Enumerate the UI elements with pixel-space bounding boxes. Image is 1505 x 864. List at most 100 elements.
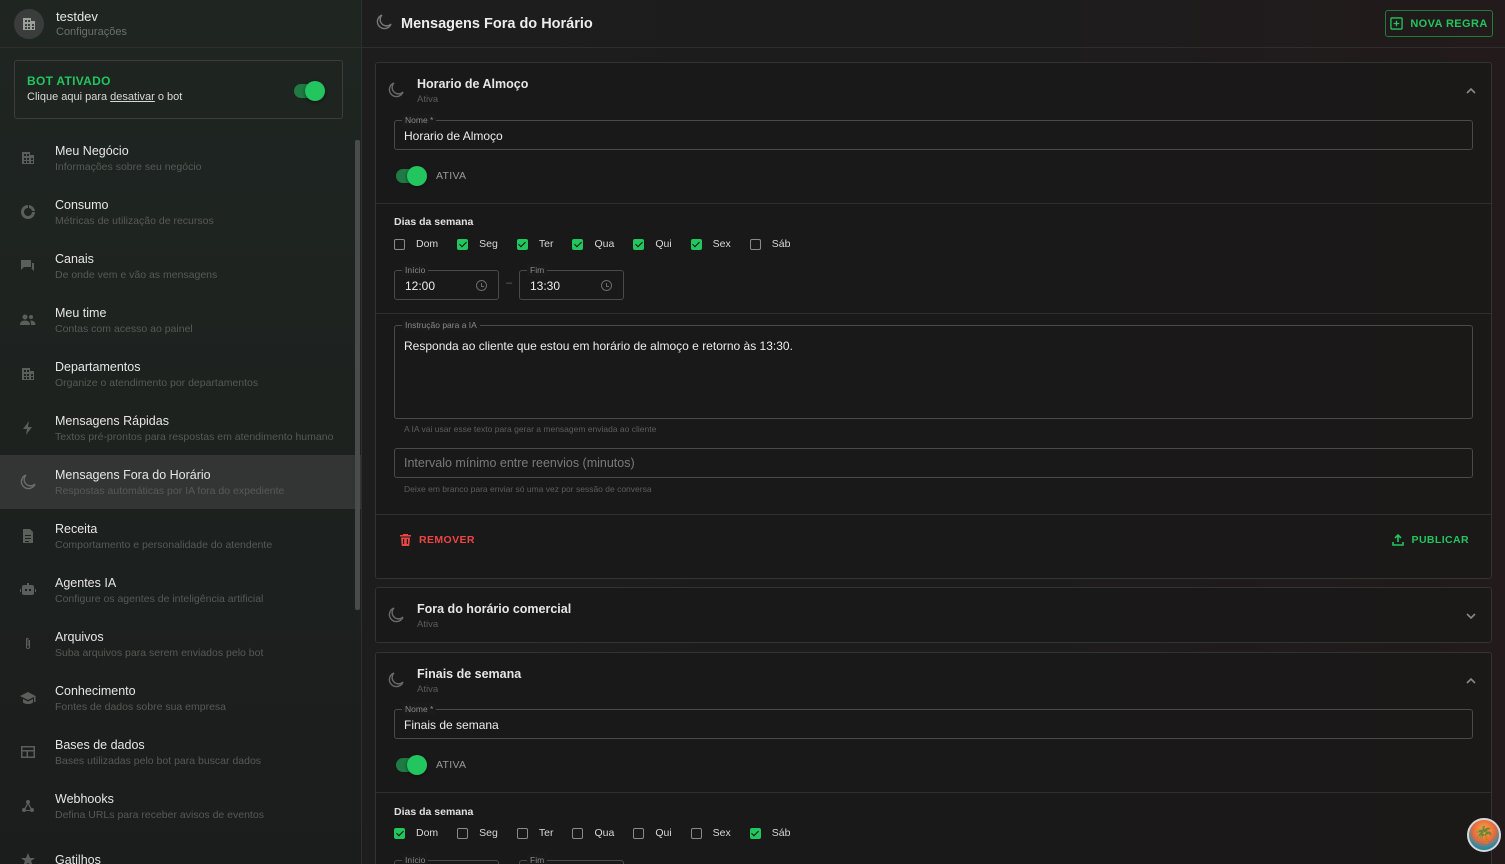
chevron-up-icon[interactable] [1465, 85, 1477, 97]
rule-header[interactable]: Finais de semana Ativa [376, 653, 1491, 709]
day-label: Sáb [771, 238, 791, 250]
start-time-value: 12:00 [405, 279, 436, 293]
publish-button[interactable]: PUBLICAR [1391, 534, 1469, 546]
active-toggle-row[interactable]: ATIVA [396, 755, 467, 775]
chevron-up-icon[interactable] [1465, 675, 1477, 687]
sidebar-item-meu-time[interactable]: Meu time Contas com acesso ao painel [0, 293, 361, 347]
checkbox[interactable] [457, 827, 469, 839]
day-checkbox-sab[interactable]: Sáb [749, 827, 790, 839]
active-toggle[interactable] [396, 755, 427, 775]
end-time-field[interactable]: Fim [519, 854, 624, 864]
chevron-down-icon[interactable] [1465, 610, 1477, 622]
bot-status-card[interactable]: BOT ATIVADO Clique aqui para desativar o… [14, 60, 343, 119]
checkbox[interactable] [690, 827, 702, 839]
day-label: Qua [594, 827, 615, 839]
day-checkbox-sab[interactable]: Sáb [749, 238, 791, 250]
day-checkbox-dom[interactable]: Dom [394, 827, 438, 839]
field-label: Fim [527, 264, 548, 276]
day-checkbox-sex[interactable]: Sex [690, 238, 731, 250]
clock-icon[interactable] [601, 280, 612, 291]
sidebar-item-label: Bases de dados [55, 737, 145, 752]
sidebar-item-canais[interactable]: Canais De onde vem e vão as mensagens [0, 239, 361, 293]
rule-name-field[interactable]: Nome * Horario de Almoço [394, 114, 1473, 150]
day-checkbox-seg[interactable]: Seg [457, 827, 498, 839]
day-checkbox-seg[interactable]: Seg [457, 238, 498, 250]
page-header: Mensagens Fora do Horário NOVA REGRA [362, 0, 1505, 48]
paperclip-icon [19, 635, 37, 653]
sidebar-item-conhecimento[interactable]: Conhecimento Fontes de dados sobre sua em… [0, 671, 361, 725]
active-toggle[interactable] [396, 166, 427, 186]
start-time-field[interactable]: Início 12:00 [394, 264, 499, 300]
field-label: Nome * [402, 703, 437, 715]
webhook-icon [19, 797, 37, 815]
bot-toggle[interactable] [294, 81, 325, 101]
checkbox[interactable] [457, 238, 469, 250]
publish-label: PUBLICAR [1411, 534, 1469, 546]
checkbox[interactable] [572, 827, 584, 839]
sidebar-item-departamentos[interactable]: Departamentos Organize o atendimento por … [0, 347, 361, 401]
clock-icon[interactable] [476, 280, 487, 291]
day-checkbox-qui[interactable]: Qui [633, 827, 672, 839]
rule-header[interactable]: Fora do horário comercial Ativa [376, 588, 1491, 644]
moon-icon [19, 473, 37, 491]
field-label: Nome * [402, 114, 437, 126]
sidebar-item-description: Configure os agentes de inteligência art… [55, 592, 264, 605]
day-checkbox-dom[interactable]: Dom [394, 238, 438, 250]
sidebar-item-receita[interactable]: Receita Comportamento e personalidade do … [0, 509, 361, 563]
checkbox[interactable] [690, 238, 702, 250]
resend-interval-field[interactable]: Intervalo mínimo entre reenvios (minutos… [394, 448, 1473, 478]
checkbox[interactable] [633, 238, 645, 250]
checkbox[interactable] [749, 827, 761, 839]
day-checkbox-qua[interactable]: Qua [572, 238, 614, 250]
checkbox[interactable] [572, 238, 584, 250]
sidebar-item-consumo[interactable]: Consumo Métricas de utilização de recurso… [0, 185, 361, 239]
sidebar-item-description: Informações sobre seu negócio [55, 160, 202, 173]
deactivate-bot-link[interactable]: desativar [110, 91, 155, 103]
sidebar-item-bases-de-dados[interactable]: Bases de dados Bases utilizadas pelo bot … [0, 725, 361, 779]
checkbox[interactable] [749, 238, 761, 250]
resend-interval-helper: Deixe em branco para enviar só uma vez p… [404, 484, 652, 494]
assistant-avatar-button[interactable]: 🌴 [1467, 818, 1501, 852]
sidebar-item-label: Agentes IA [55, 575, 117, 590]
checkbox[interactable] [394, 827, 405, 839]
sidebar-item-description: Métricas de utilização de recursos [55, 214, 214, 227]
days-title: Dias da semana [394, 806, 474, 818]
day-label: Sex [712, 827, 731, 839]
remove-button[interactable]: REMOVER [400, 534, 475, 546]
checkbox[interactable] [516, 238, 528, 250]
sidebar-item-agentes-ia[interactable]: Agentes IA Configure os agentes de inteli… [0, 563, 361, 617]
day-checkbox-qui[interactable]: Qui [633, 238, 672, 250]
sidebar-scrollbar[interactable] [355, 140, 360, 610]
day-checkbox-ter[interactable]: Ter [516, 238, 553, 250]
ai-instruction-field[interactable]: Instrução para a IA Responda ao cliente … [394, 319, 1473, 419]
day-checkbox-sex[interactable]: Sex [690, 827, 731, 839]
checkbox[interactable] [516, 827, 528, 839]
rule-header[interactable]: Horario de Almoço Ativa [376, 63, 1491, 119]
rule-title: Horario de Almoço [417, 77, 529, 91]
checkbox[interactable] [633, 827, 645, 839]
sidebar-nav: Meu Negócio Informações sobre seu negócio… [0, 131, 361, 864]
end-time-field[interactable]: Fim 13:30 [519, 264, 624, 300]
new-rule-button[interactable]: NOVA REGRA [1385, 10, 1493, 37]
day-checkbox-qua[interactable]: Qua [572, 827, 614, 839]
start-time-field[interactable]: Início [394, 854, 499, 864]
sidebar-item-mensagens-fora-do-horario[interactable]: Mensagens Fora do Horário Respostas autom… [0, 455, 361, 509]
active-label: ATIVA [436, 759, 467, 771]
sidebar-item-label: Canais [55, 251, 94, 266]
sidebar-item-label: Gatilhos [55, 852, 101, 864]
moon-icon [388, 606, 404, 626]
sidebar-item-label: Conhecimento [55, 683, 136, 698]
org-header[interactable]: testdev Configurações [0, 0, 361, 48]
sidebar-item-gatilhos[interactable]: Gatilhos [0, 833, 361, 864]
sidebar-item-meu-negocio[interactable]: Meu Negócio Informações sobre seu negócio [0, 131, 361, 185]
sidebar-item-label: Receita [55, 521, 98, 536]
sidebar-item-mensagens-rapidas[interactable]: Mensagens Rápidas Textos pré-prontos para… [0, 401, 361, 455]
active-label: ATIVA [436, 170, 467, 182]
checkbox[interactable] [394, 238, 405, 250]
day-checkbox-ter[interactable]: Ter [516, 827, 553, 839]
active-toggle-row[interactable]: ATIVA [396, 166, 467, 186]
rule-name-field[interactable]: Nome * Finais de semana [394, 703, 1473, 739]
sidebar-item-arquivos[interactable]: Arquivos Suba arquivos para serem enviado… [0, 617, 361, 671]
sidebar-item-description: Bases utilizadas pelo bot para buscar da… [55, 754, 262, 767]
sidebar-item-webhooks[interactable]: Webhooks Defina URLs para receber avisos … [0, 779, 361, 833]
